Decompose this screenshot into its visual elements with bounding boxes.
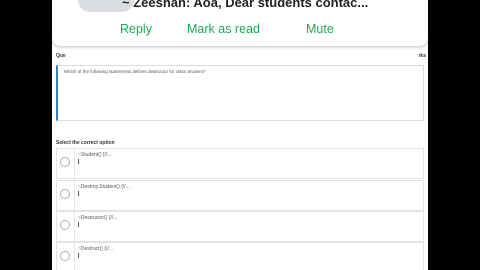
text-cursor: [78, 253, 79, 258]
option-divider: [74, 149, 75, 178]
option-4-radio[interactable]: [60, 251, 70, 261]
text-cursor: [78, 191, 79, 196]
whatsapp-notification[interactable]: ~ Zeeshan: Aoa, Dear students contac... …: [52, 0, 428, 46]
option-4-text: ~Destruct() {//...: [78, 246, 113, 252]
option-divider: [74, 243, 75, 270]
options-label: Select the correct option: [56, 140, 115, 146]
text-cursor: [78, 159, 79, 164]
mark-as-read-button[interactable]: Mark as read: [187, 22, 260, 36]
question-text: Which of the following statements define…: [64, 69, 206, 74]
mute-button[interactable]: Mute: [306, 22, 334, 36]
option-divider: [74, 212, 75, 241]
notification-actions: Reply Mark as read Mute: [52, 22, 428, 40]
marks-label: rks: [418, 53, 426, 59]
option-3-radio[interactable]: [60, 220, 70, 230]
option-2-radio[interactable]: [60, 189, 70, 199]
option-1-radio[interactable]: [60, 157, 70, 167]
text-cursor: [78, 222, 79, 227]
option-2[interactable]: ~Destroy.Student() {//...: [56, 180, 424, 211]
option-2-text: ~Destroy.Student() {//...: [78, 184, 130, 190]
question-box: Which of the following statements define…: [56, 65, 424, 121]
reply-button[interactable]: Reply: [120, 22, 152, 36]
option-3[interactable]: ~Destructor() {//...: [56, 211, 424, 242]
option-3-text: ~Destructor() {//...: [78, 215, 118, 221]
option-divider: [74, 181, 75, 210]
notification-title: ~ Zeeshan: Aoa, Dear students contac...: [122, 0, 369, 10]
question-label: Que: [56, 53, 66, 59]
option-1-text: ~Student() {//...: [78, 152, 112, 158]
option-1[interactable]: ~Student() {//...: [56, 148, 424, 179]
option-4[interactable]: ~Destruct() {//...: [56, 242, 424, 270]
